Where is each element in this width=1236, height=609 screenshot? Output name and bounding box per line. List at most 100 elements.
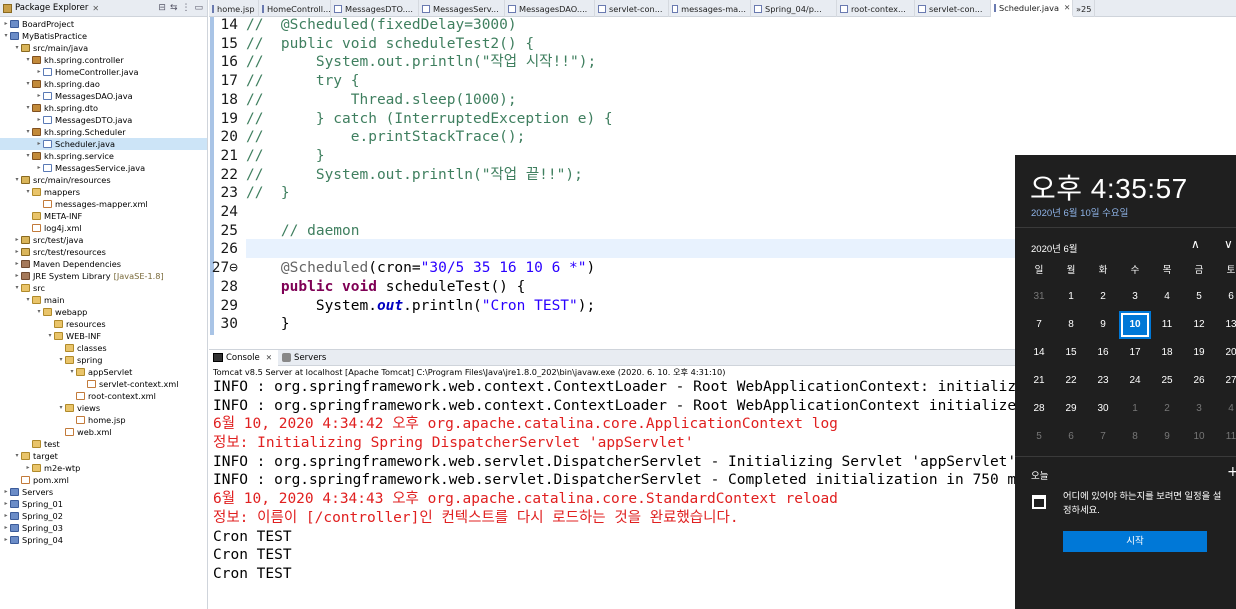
tree-item[interactable]: resources: [0, 318, 207, 330]
view-menu-icon[interactable]: ⋮: [181, 3, 190, 13]
calendar-day[interactable]: 12: [1183, 311, 1215, 339]
tab-console[interactable]: Console ✕: [209, 349, 279, 366]
tree-item[interactable]: ▾ appServlet: [0, 366, 207, 378]
chevron-down-icon[interactable]: ▾: [46, 330, 54, 342]
chevron-right-icon[interactable]: ▸: [24, 462, 32, 474]
clock-date-link[interactable]: 2020년 6월 10일 수요일: [1031, 205, 1128, 219]
tree-item[interactable]: ▸ Spring_04: [0, 534, 207, 546]
tree-item[interactable]: ▾ src: [0, 282, 207, 294]
tree-item[interactable]: ▾ mappers: [0, 186, 207, 198]
tree-item[interactable]: ▸ BoardProject: [0, 18, 207, 30]
calendar-day[interactable]: 4: [1215, 395, 1236, 423]
editor-tab[interactable]: Scheduler.java ✕: [991, 0, 1073, 17]
chevron-right-icon[interactable]: ▸: [35, 162, 43, 174]
package-explorer-tab[interactable]: Package Explorer ✕ ⊟ ⇆ ⋮ ▭: [0, 0, 207, 17]
calendar-day[interactable]: 11: [1215, 423, 1236, 451]
tree-item[interactable]: ▸ Spring_01: [0, 498, 207, 510]
calendar-day[interactable]: 6: [1055, 423, 1087, 451]
close-icon[interactable]: ✕: [1064, 3, 1070, 12]
tree-item[interactable]: test: [0, 438, 207, 450]
tree-item[interactable]: ▸ src/test/resources: [0, 246, 207, 258]
calendar-day[interactable]: 5: [1183, 283, 1215, 311]
close-icon[interactable]: ✕: [266, 353, 272, 362]
tree-item[interactable]: ▾ MyBatisPractice: [0, 30, 207, 42]
calendar-day[interactable]: 3: [1183, 395, 1215, 423]
chevron-up-icon[interactable]: ∧: [1191, 237, 1200, 251]
tree-item[interactable]: ▸ m2e-wtp: [0, 462, 207, 474]
tree-item[interactable]: ▾ kh.spring.service: [0, 150, 207, 162]
calendar-day[interactable]: 2: [1087, 283, 1119, 311]
editor-tab[interactable]: root-contex...: [837, 0, 915, 17]
tree-item[interactable]: pom.xml: [0, 474, 207, 486]
calendar-day[interactable]: 10: [1183, 423, 1215, 451]
tree-item[interactable]: ▾ kh.spring.Scheduler: [0, 126, 207, 138]
chevron-right-icon[interactable]: ▸: [2, 498, 10, 510]
chevron-down-icon[interactable]: ▾: [35, 306, 43, 318]
chevron-down-icon[interactable]: ▾: [24, 78, 32, 90]
calendar-day[interactable]: 20: [1215, 339, 1236, 367]
calendar-day[interactable]: 10: [1119, 311, 1151, 339]
collapse-all-icon[interactable]: ⊟: [158, 3, 166, 13]
tree-item[interactable]: servlet-context.xml: [0, 378, 207, 390]
chevron-right-icon[interactable]: ▸: [2, 534, 10, 546]
tree-item[interactable]: ▾ kh.spring.dao: [0, 78, 207, 90]
tree-item[interactable]: ▸ HomeController.java: [0, 66, 207, 78]
tree-item[interactable]: ▾ target: [0, 450, 207, 462]
tree-item[interactable]: ▸ MessagesDTO.java: [0, 114, 207, 126]
tree-item[interactable]: ▸ src/test/java: [0, 234, 207, 246]
calendar-day[interactable]: 4: [1151, 283, 1183, 311]
tab-overflow[interactable]: »25: [1073, 0, 1095, 17]
calendar-day[interactable]: 22: [1055, 367, 1087, 395]
tab-servers[interactable]: Servers: [278, 350, 332, 366]
chevron-down-icon[interactable]: ▾: [57, 402, 65, 414]
calendar-day[interactable]: 2: [1151, 395, 1183, 423]
tree-item[interactable]: ▸ MessagesService.java: [0, 162, 207, 174]
calendar-day[interactable]: 8: [1055, 311, 1087, 339]
calendar-day[interactable]: 16: [1087, 339, 1119, 367]
calendar-day[interactable]: 9: [1087, 311, 1119, 339]
tree-item[interactable]: ▸ Scheduler.java: [0, 138, 207, 150]
calendar-day[interactable]: 26: [1183, 367, 1215, 395]
tree-item[interactable]: ▾ kh.spring.dto: [0, 102, 207, 114]
tree-item[interactable]: ▾ src/main/java: [0, 42, 207, 54]
calendar-month-label[interactable]: 2020년 6월: [1031, 241, 1078, 255]
tree-item[interactable]: ▸ Maven Dependencies: [0, 258, 207, 270]
chevron-down-icon[interactable]: ▾: [13, 282, 21, 294]
chevron-right-icon[interactable]: ▸: [13, 234, 21, 246]
chevron-down-icon[interactable]: ▾: [68, 366, 76, 378]
editor-tab[interactable]: HomeControll...: [259, 0, 331, 17]
chevron-down-icon[interactable]: ▾: [24, 126, 32, 138]
chevron-down-icon[interactable]: ▾: [13, 42, 21, 54]
calendar-day[interactable]: 7: [1023, 311, 1055, 339]
calendar-day[interactable]: 1: [1119, 395, 1151, 423]
tree-item[interactable]: ▾ main: [0, 294, 207, 306]
chevron-down-icon[interactable]: ▾: [24, 102, 32, 114]
calendar-day[interactable]: 21: [1023, 367, 1055, 395]
chevron-down-icon[interactable]: ▾: [57, 354, 65, 366]
calendar-day[interactable]: 3: [1119, 283, 1151, 311]
calendar-day[interactable]: 9: [1151, 423, 1183, 451]
tree-item[interactable]: ▸ MessagesDAO.java: [0, 90, 207, 102]
tree-item[interactable]: root-context.xml: [0, 390, 207, 402]
minimize-icon[interactable]: ▭: [194, 3, 203, 13]
calendar-day[interactable]: 29: [1055, 395, 1087, 423]
editor-tab[interactable]: MessagesServ...: [419, 0, 505, 17]
calendar-day[interactable]: 13: [1215, 311, 1236, 339]
calendar-day[interactable]: 5: [1023, 423, 1055, 451]
editor-tab[interactable]: servlet-con...: [915, 0, 991, 17]
calendar-day[interactable]: 15: [1055, 339, 1087, 367]
chevron-right-icon[interactable]: ▸: [2, 522, 10, 534]
chevron-down-icon[interactable]: ▾: [24, 186, 32, 198]
calendar-day[interactable]: 17: [1119, 339, 1151, 367]
editor-tab[interactable]: servlet-con...: [595, 0, 669, 17]
editor-tab[interactable]: Spring_04/p...: [751, 0, 837, 17]
tree-item[interactable]: classes: [0, 342, 207, 354]
tree-item[interactable]: log4j.xml: [0, 222, 207, 234]
chevron-down-icon[interactable]: ▾: [24, 54, 32, 66]
chevron-right-icon[interactable]: ▸: [35, 114, 43, 126]
link-editor-icon[interactable]: ⇆: [170, 3, 178, 13]
calendar-day[interactable]: 23: [1087, 367, 1119, 395]
tree-item[interactable]: ▾ views: [0, 402, 207, 414]
calendar-day[interactable]: 6: [1215, 283, 1236, 311]
chevron-right-icon[interactable]: ▸: [35, 138, 43, 150]
